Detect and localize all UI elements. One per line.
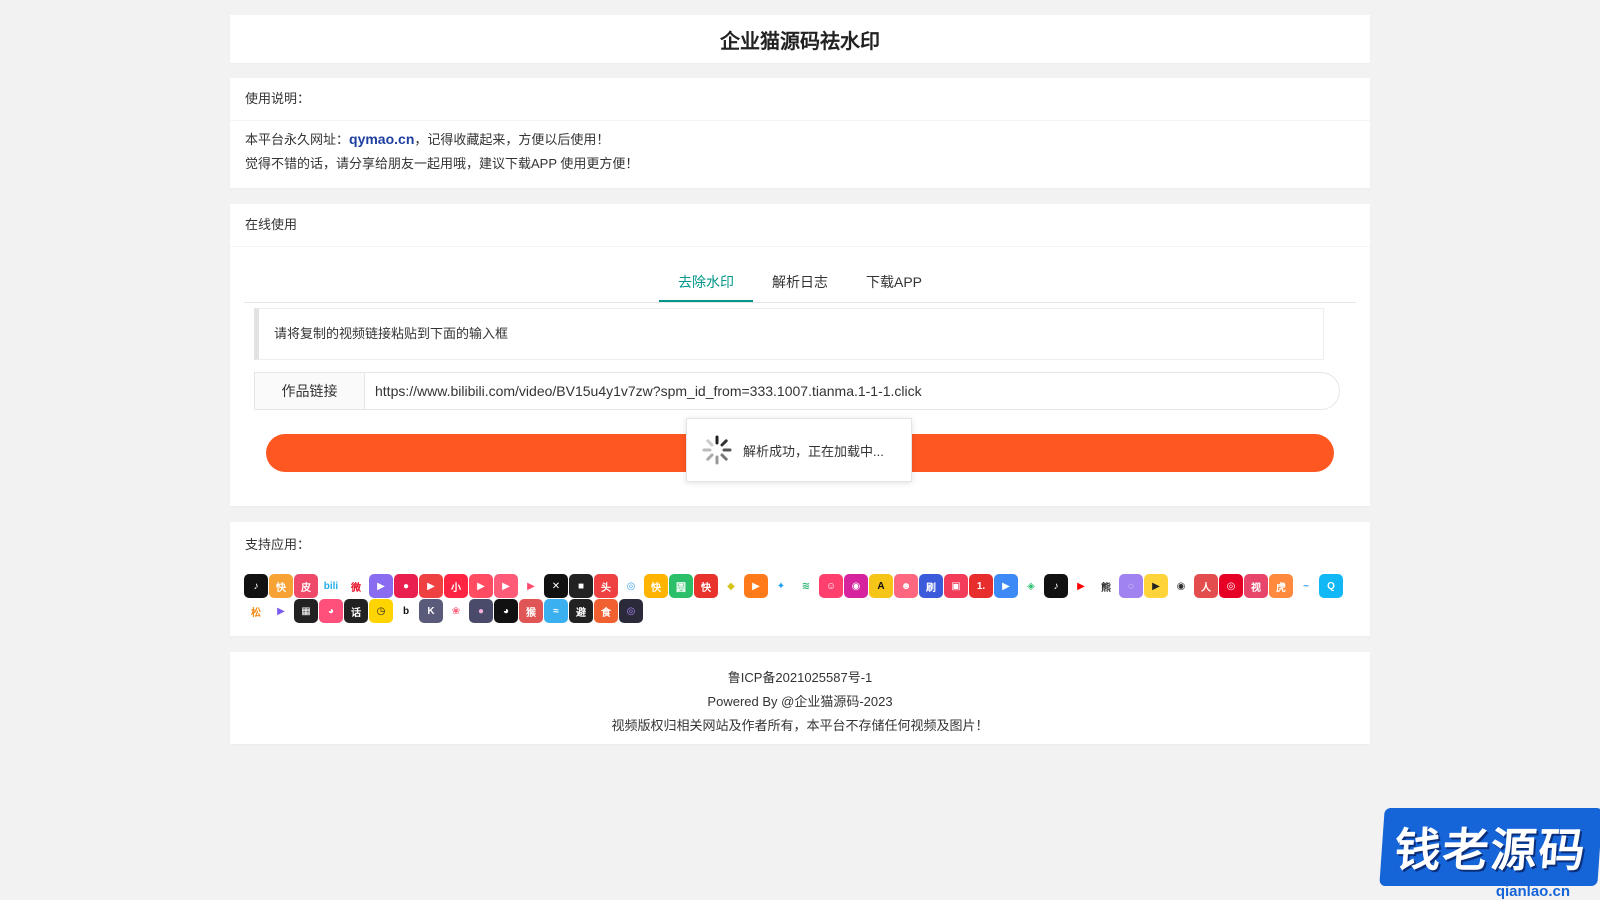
water-icon[interactable]: ≈ bbox=[544, 599, 568, 623]
xigua-icon[interactable]: ▶ bbox=[419, 574, 443, 598]
food-icon[interactable]: 食 bbox=[594, 599, 618, 623]
lemon-icon[interactable]: ◆ bbox=[719, 574, 743, 598]
watermark-badge: 钱老源码 bbox=[1379, 808, 1600, 886]
tab-parse-log[interactable]: 解析日志 bbox=[753, 262, 847, 302]
loading-toast: 解析成功，正在加载中... bbox=[686, 418, 912, 482]
shipin-icon[interactable]: 视 bbox=[1244, 574, 1268, 598]
pink-face-icon[interactable]: ◕ bbox=[319, 599, 343, 623]
permanent-url-link[interactable]: qymao.cn bbox=[349, 131, 414, 147]
douyin-icon[interactable]: ♪ bbox=[244, 574, 268, 598]
usage-card: 使用说明： 本平台永久网址：qymao.cn，记得收藏起来，方便以后使用！ 觉得… bbox=[230, 78, 1370, 188]
instagram-icon[interactable]: ◉ bbox=[844, 574, 868, 598]
smile-icon[interactable]: ☺ bbox=[819, 574, 843, 598]
squirrel-icon[interactable]: 松 bbox=[244, 599, 268, 623]
usage-body: 本平台永久网址：qymao.cn，记得收藏起来，方便以后使用！ 觉得不错的话，请… bbox=[230, 121, 1370, 176]
pipi-icon[interactable]: 皮 bbox=[294, 574, 318, 598]
apps-card: 支持应用： ♪ 快皮 bili 微 ▶ ● ▶ 小 ▶ ▶ ▶ ✕ ■ 头 ◎ 快圆快 ◆ ▶ ✦ ≋ ☺ ◉ A ☻ 刷 ▣ 1.… bbox=[230, 522, 1370, 636]
usage-line-2: 觉得不错的话，请分享给朋友一起用哦，建议下载APP 使用更方便！ bbox=[245, 156, 639, 171]
ghost-icon[interactable]: ◌ bbox=[1119, 574, 1143, 598]
purple-play-icon[interactable]: ▶ bbox=[269, 599, 293, 623]
kuai-icon[interactable]: 快 bbox=[644, 574, 668, 598]
watermark-logo: 钱老源码 qianlao.cn bbox=[1378, 790, 1600, 900]
clock-icon[interactable]: ◷ bbox=[369, 599, 393, 623]
icp-text: 鲁ICP备2021025587号-1 bbox=[727, 670, 873, 685]
watermark-text: 钱老源码 bbox=[1392, 823, 1589, 877]
bilibili-icon[interactable]: bili bbox=[319, 574, 343, 598]
usage-heading: 使用说明： bbox=[230, 78, 1370, 121]
spinner-icon bbox=[702, 435, 732, 465]
eye-green-icon[interactable]: ◈ bbox=[1019, 574, 1043, 598]
momo-icon[interactable]: ● bbox=[394, 574, 418, 598]
apps-heading: 支持应用： bbox=[245, 537, 311, 552]
link-input-label: 作品链接 bbox=[254, 372, 364, 410]
paste-notice: 请将复制的视频链接粘贴到下面的输入框 bbox=[254, 308, 1324, 360]
mascot-icon[interactable]: ◕ bbox=[494, 599, 518, 623]
face-app-icon[interactable]: ☻ bbox=[894, 574, 918, 598]
circle-icon[interactable]: ● bbox=[469, 599, 493, 623]
youtube-icon[interactable]: ▶ bbox=[1069, 574, 1093, 598]
netease-icon[interactable]: ◎ bbox=[1219, 574, 1243, 598]
portrait-icon[interactable]: 人 bbox=[1194, 574, 1218, 598]
page-title: 企业猫源码祛水印 bbox=[720, 30, 880, 53]
tab-download-app[interactable]: 下载APP bbox=[847, 262, 941, 302]
bikan-icon[interactable]: 避 bbox=[569, 599, 593, 623]
video-play-icon[interactable]: ▶ bbox=[369, 574, 393, 598]
jianying-icon[interactable]: ✕ bbox=[544, 574, 568, 598]
kuaibao-icon[interactable]: 快 bbox=[694, 574, 718, 598]
weishi-icon[interactable]: ▶ bbox=[494, 574, 518, 598]
qq-icon[interactable]: Q bbox=[1319, 574, 1343, 598]
link-input[interactable] bbox=[364, 372, 1340, 410]
a-app-icon[interactable]: A bbox=[869, 574, 893, 598]
xiaohongshu-icon[interactable]: 小 bbox=[444, 574, 468, 598]
shua-icon[interactable]: 刷 bbox=[919, 574, 943, 598]
blue-play-icon[interactable]: ▶ bbox=[994, 574, 1018, 598]
title-card: 企业猫源码祛水印 bbox=[230, 15, 1370, 63]
online-heading: 在线使用 bbox=[230, 204, 1370, 247]
orange-play-icon[interactable]: ▶ bbox=[744, 574, 768, 598]
b-icon[interactable]: b bbox=[394, 599, 418, 623]
red-play-icon[interactable]: ▣ bbox=[944, 574, 968, 598]
tab-bar: 去除水印 解析日志 下载APP bbox=[244, 262, 1356, 303]
watermark-url: qianlao.cn bbox=[1495, 883, 1570, 900]
usage-line1-suffix: ，记得收藏起来，方便以后使用！ bbox=[414, 132, 610, 147]
lens-icon[interactable]: ◎ bbox=[619, 574, 643, 598]
usage-line1-prefix: 本平台永久网址： bbox=[245, 132, 350, 147]
app-icon-grid: ♪ 快皮 bili 微 ▶ ● ▶ 小 ▶ ▶ ▶ ✕ ■ 头 ◎ 快圆快 ◆ ▶ ✦ ≋ ☺ ◉ A ☻ 刷 ▣ 1. ▶ ◈ ♪ ▶ 熊 ◌… bbox=[244, 574, 1356, 623]
toutiao-icon[interactable]: 头 bbox=[594, 574, 618, 598]
tiger-icon[interactable]: 虎 bbox=[1269, 574, 1293, 598]
leaf-icon[interactable]: ❀ bbox=[444, 599, 468, 623]
fish-icon[interactable]: ~ bbox=[1294, 574, 1318, 598]
green-app-icon[interactable]: 圆 bbox=[669, 574, 693, 598]
tiktok-icon[interactable]: ♪ bbox=[1044, 574, 1068, 598]
panda-icon[interactable]: 熊 bbox=[1094, 574, 1118, 598]
wave-icon[interactable]: ≋ bbox=[794, 574, 818, 598]
twitter-icon[interactable]: ✦ bbox=[769, 574, 793, 598]
usage-line-1: 本平台永久网址：qymao.cn，记得收藏起来，方便以后使用！ bbox=[245, 127, 1355, 152]
video-cam-icon[interactable]: ■ bbox=[569, 574, 593, 598]
play-icon[interactable]: ▶ bbox=[519, 574, 543, 598]
disclaimer-text: 视频版权归相关网站及作者所有，本平台不存储任何视频及图片！ bbox=[611, 718, 989, 733]
eye-dark-icon[interactable]: ◉ bbox=[1169, 574, 1193, 598]
weibo-icon[interactable]: 微 bbox=[344, 574, 368, 598]
online-card: 在线使用 去除水印 解析日志 下载APP 请将复制的视频链接粘贴到下面的输入框 … bbox=[230, 204, 1370, 506]
k-icon[interactable]: K bbox=[419, 599, 443, 623]
link-input-row: 作品链接 bbox=[254, 372, 1340, 410]
loading-text: 解析成功，正在加载中... bbox=[743, 443, 884, 459]
one-icon[interactable]: 1. bbox=[969, 574, 993, 598]
yellow-play-icon[interactable]: ▶ bbox=[1144, 574, 1168, 598]
haokan-icon[interactable]: ▶ bbox=[469, 574, 493, 598]
tab-remove-watermark[interactable]: 去除水印 bbox=[658, 262, 753, 302]
powered-by-text: Powered By @企业猫源码-2023 bbox=[707, 694, 893, 709]
kuaishou-icon[interactable]: 快 bbox=[269, 574, 293, 598]
footer: 鲁ICP备2021025587号-1 Powered By @企业猫源码-202… bbox=[230, 652, 1370, 744]
stripe-icon[interactable]: ▦ bbox=[294, 599, 318, 623]
dark-ring-icon[interactable]: ◎ bbox=[619, 599, 643, 623]
huaku-icon[interactable]: 话 bbox=[344, 599, 368, 623]
monkey-icon[interactable]: 猴 bbox=[519, 599, 543, 623]
